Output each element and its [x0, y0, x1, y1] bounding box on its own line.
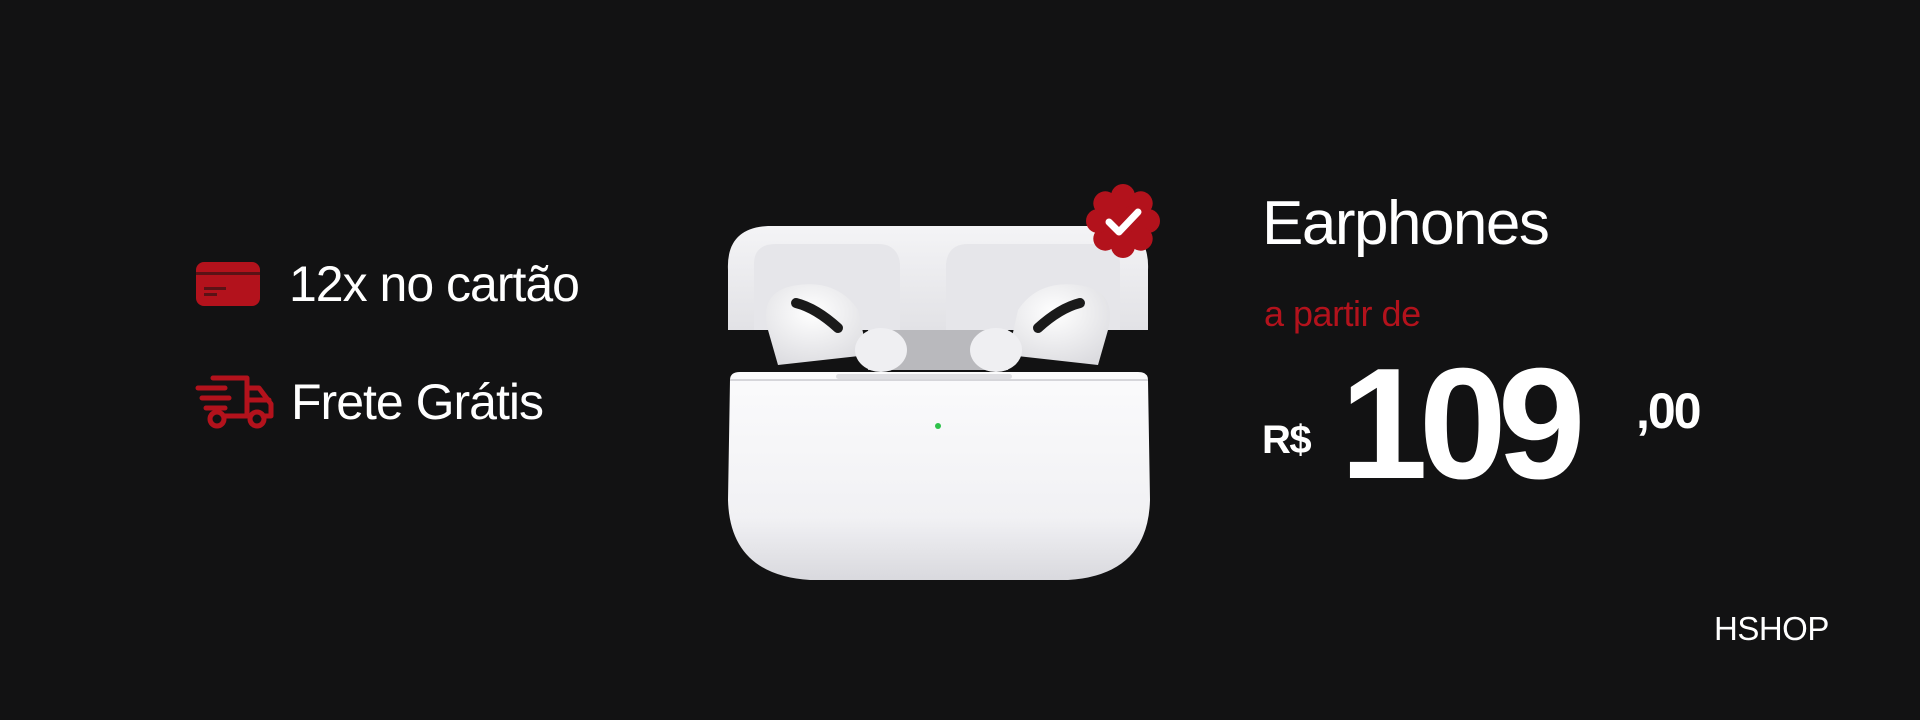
brand-name: HSHOP	[1714, 610, 1829, 647]
price-integer: 109	[1340, 336, 1586, 512]
feature-label: 12x no cartão	[289, 256, 580, 312]
price-currency: R$	[1262, 418, 1312, 462]
delivery-truck-icon	[195, 372, 275, 432]
feature-installments: 12x no cartão	[195, 255, 580, 313]
feature-label: Frete Grátis	[291, 374, 544, 430]
price-cents: ,00	[1636, 383, 1702, 439]
feature-free-shipping: Frete Grátis	[195, 372, 544, 432]
credit-card-icon	[195, 259, 261, 309]
verified-check-icon	[1086, 184, 1160, 258]
product-title: Earphones	[1262, 189, 1550, 258]
price-from-label: a partir de	[1264, 293, 1421, 334]
